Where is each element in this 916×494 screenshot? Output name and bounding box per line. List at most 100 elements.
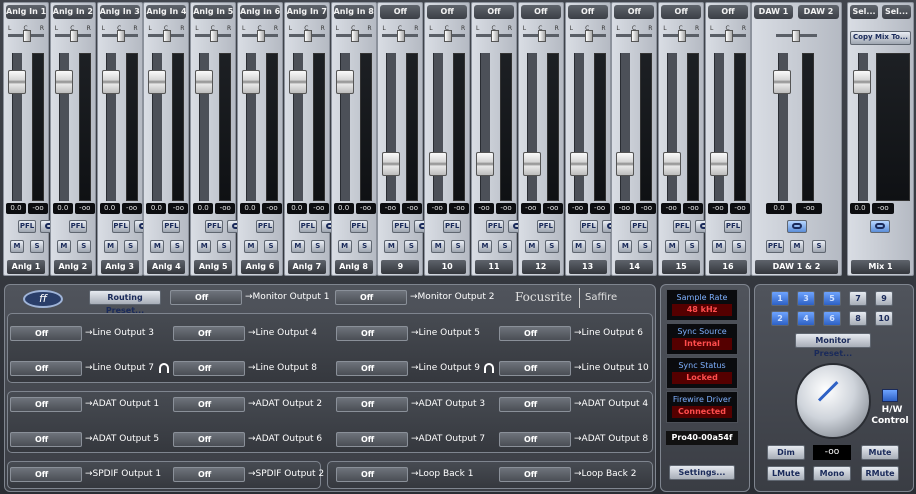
mute-button[interactable]: M xyxy=(56,240,71,253)
solo-button[interactable]: S xyxy=(123,240,138,253)
pfl-button[interactable]: PFL xyxy=(392,220,411,233)
pan-knob[interactable] xyxy=(491,30,499,42)
pan-control[interactable]: LCR xyxy=(429,25,466,43)
pan-knob[interactable] xyxy=(631,30,640,42)
pan-control[interactable]: LCR xyxy=(54,25,91,43)
pan-knob[interactable] xyxy=(210,30,219,42)
pfl-button[interactable]: PFL xyxy=(68,220,87,233)
mute-button[interactable]: M xyxy=(712,240,726,253)
pan-control[interactable]: LCR xyxy=(101,25,138,43)
settings-button[interactable]: Settings... xyxy=(669,465,735,480)
pfl-button[interactable]: PFL xyxy=(673,220,692,233)
monitor-preset-button[interactable]: Monitor Preset... xyxy=(795,333,871,358)
input-source-select[interactable]: Off xyxy=(380,5,421,19)
input-source-select[interactable]: Off xyxy=(474,5,514,19)
routing-source-select[interactable]: Off xyxy=(10,361,82,376)
rmute-button[interactable]: RMute xyxy=(861,466,899,481)
routing-source-select[interactable]: Off xyxy=(499,467,571,482)
pfl-button[interactable]: PFL xyxy=(724,220,742,233)
routing-source-select[interactable]: Off xyxy=(335,290,407,305)
channel-fader[interactable] xyxy=(101,70,120,95)
routing-source-select[interactable]: Off xyxy=(173,397,245,412)
routing-source-select[interactable]: Off xyxy=(499,361,571,376)
routing-source-select[interactable]: Off xyxy=(10,397,82,412)
routing-source-select[interactable]: Off xyxy=(170,290,242,305)
channel-fader[interactable] xyxy=(8,70,26,95)
mute-button[interactable]: M xyxy=(337,240,352,253)
pan-control[interactable]: LCR xyxy=(476,25,512,43)
channel-fader[interactable] xyxy=(288,70,307,95)
routing-source-select[interactable]: Off xyxy=(10,326,82,341)
mix-stereo-link-button[interactable] xyxy=(870,220,890,233)
input-source-select[interactable]: Anlg In 5 xyxy=(193,5,234,19)
daw-pan[interactable] xyxy=(776,25,817,43)
mix-select-1[interactable]: Sel... xyxy=(850,5,878,19)
channel-fader[interactable] xyxy=(148,70,167,95)
mute-button[interactable]: Mute xyxy=(861,445,899,460)
solo-button[interactable]: S xyxy=(732,240,746,253)
mix-select-2[interactable]: Sel... xyxy=(882,5,911,19)
routing-source-select[interactable]: Off xyxy=(336,326,408,341)
input-source-select[interactable]: Anlg In 2 xyxy=(52,5,93,19)
input-source-select[interactable]: Anlg In 7 xyxy=(286,5,327,19)
channel-fader[interactable] xyxy=(429,152,448,177)
routing-source-select[interactable]: Off xyxy=(336,397,408,412)
solo-button[interactable]: S xyxy=(685,240,700,253)
pan-control[interactable]: LCR xyxy=(288,25,325,43)
channel-fader[interactable] xyxy=(335,70,354,95)
pan-control[interactable]: LCR xyxy=(195,25,232,43)
pan-control[interactable]: LCR xyxy=(382,25,419,43)
solo-button[interactable]: S xyxy=(264,240,278,253)
input-source-select[interactable]: Off xyxy=(614,5,655,19)
pan-control[interactable]: LCR xyxy=(710,25,746,43)
daw-stereo-link-button[interactable] xyxy=(787,220,807,233)
pan-knob[interactable] xyxy=(584,30,593,42)
channel-fader[interactable] xyxy=(382,152,401,177)
solo-button[interactable]: S xyxy=(217,240,232,253)
mix-fader[interactable] xyxy=(853,70,871,95)
solo-button[interactable]: S xyxy=(544,240,559,253)
monitor-output-button[interactable]: 2 xyxy=(771,311,789,326)
pan-knob[interactable] xyxy=(116,30,125,42)
monitor-output-button[interactable]: 6 xyxy=(823,311,841,326)
copy-mix-button[interactable]: Copy Mix To... xyxy=(850,31,911,45)
pan-control[interactable]: LCR xyxy=(335,25,372,43)
mute-button[interactable]: M xyxy=(150,240,165,253)
pan-control[interactable]: LCR xyxy=(663,25,700,43)
pan-knob[interactable] xyxy=(397,30,406,42)
pfl-button[interactable]: PFL xyxy=(162,220,181,233)
mute-button[interactable]: M xyxy=(103,240,118,253)
routing-source-select[interactable]: Off xyxy=(336,467,408,482)
routing-source-select[interactable]: Off xyxy=(173,432,245,447)
daw2-header[interactable]: DAW 2 xyxy=(798,5,839,19)
channel-fader[interactable] xyxy=(195,70,214,95)
pfl-button[interactable]: PFL xyxy=(18,220,36,233)
pfl-button[interactable]: PFL xyxy=(536,220,555,233)
solo-button[interactable]: S xyxy=(451,240,466,253)
monitor-output-button[interactable]: 4 xyxy=(797,311,815,326)
pan-knob[interactable] xyxy=(725,30,733,42)
routing-source-select[interactable]: Off xyxy=(336,361,408,376)
routing-preset-button[interactable]: Routing Preset... xyxy=(89,290,161,315)
input-source-select[interactable]: Anlg In 4 xyxy=(146,5,187,19)
dim-button[interactable]: Dim xyxy=(767,445,805,460)
pan-control[interactable]: LCR xyxy=(522,25,559,43)
monitor-output-button[interactable]: 9 xyxy=(875,291,893,306)
daw-solo-button[interactable]: S xyxy=(812,240,826,253)
pan-control[interactable]: LCR xyxy=(616,25,653,43)
monitor-output-button[interactable]: 8 xyxy=(849,311,867,326)
solo-button[interactable]: S xyxy=(498,240,512,253)
solo-button[interactable]: S xyxy=(638,240,653,253)
solo-button[interactable]: S xyxy=(30,240,44,253)
routing-source-select[interactable]: Off xyxy=(173,361,245,376)
pfl-button[interactable]: PFL xyxy=(111,220,130,233)
pan-control[interactable]: LCR xyxy=(242,25,278,43)
mute-button[interactable]: M xyxy=(384,240,399,253)
channel-fader[interactable] xyxy=(663,152,682,177)
sample-rate-display[interactable]: Sample Rate 48 kHz xyxy=(666,289,738,321)
solo-button[interactable]: S xyxy=(76,240,91,253)
daw-fader[interactable] xyxy=(773,70,791,95)
input-source-select[interactable]: Anlg In 8 xyxy=(333,5,374,19)
pan-knob[interactable] xyxy=(257,30,265,42)
mute-button[interactable]: M xyxy=(665,240,680,253)
